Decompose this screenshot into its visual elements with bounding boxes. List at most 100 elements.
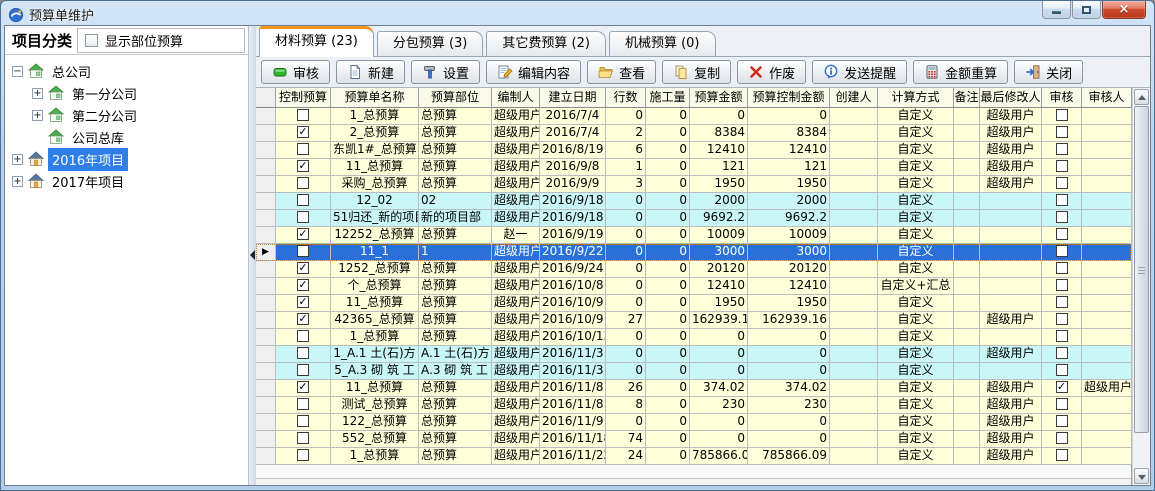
ctrl-checkbox[interactable] — [297, 109, 309, 121]
cell-qty[interactable]: 0 — [646, 193, 690, 210]
cell-ctrl[interactable] — [276, 108, 331, 125]
cell-ctrl_amount[interactable]: 9692.2 — [748, 210, 830, 227]
cell-ctrl_amount[interactable]: 2000 — [748, 193, 830, 210]
cell-note[interactable] — [954, 346, 980, 363]
cell-ctrl_amount[interactable]: 0 — [748, 414, 830, 431]
cell-name[interactable]: 552_总预算 — [331, 431, 419, 448]
cell-editor[interactable]: 超级用户 — [492, 244, 540, 261]
column-header-date[interactable]: 建立日期 — [540, 88, 606, 108]
cell-modifier[interactable] — [980, 244, 1042, 261]
cell-ctrl_amount[interactable]: 8384 — [748, 125, 830, 142]
cell-date[interactable]: 2016/11/8 — [540, 380, 606, 397]
ctrl-checkbox[interactable] — [297, 194, 309, 206]
cell-editor[interactable]: 超级用户 — [492, 363, 540, 380]
cell-ctrl[interactable] — [276, 125, 331, 142]
table-row-4[interactable]: 11_总预算总预算超级用户2016/9/810121121自定义超级用户 — [256, 159, 1131, 176]
audit-checkbox[interactable] — [1056, 381, 1068, 393]
audit-checkbox[interactable] — [1056, 109, 1068, 121]
cell-calc[interactable]: 自定义 — [878, 312, 954, 329]
column-header-editor[interactable]: 编制人 — [492, 88, 540, 108]
cell-creator[interactable] — [830, 448, 878, 465]
column-header-note[interactable]: 备注 — [954, 88, 980, 108]
cell-modifier[interactable]: 超级用户 — [980, 176, 1042, 193]
cell-modifier[interactable]: 超级用户 — [980, 142, 1042, 159]
cell-editor[interactable]: 超级用户 — [492, 397, 540, 414]
cell-lines[interactable]: 24 — [606, 448, 646, 465]
cell-ctrl_amount[interactable]: 0 — [748, 329, 830, 346]
minimize-button[interactable] — [1042, 1, 1071, 19]
cell-audit[interactable] — [1042, 125, 1082, 142]
cell-calc[interactable]: 自定义 — [878, 142, 954, 159]
cell-lines[interactable]: 2 — [606, 125, 646, 142]
cell-auditor[interactable] — [1082, 125, 1132, 142]
cell-qty[interactable]: 0 — [646, 278, 690, 295]
column-header-auditor[interactable]: 审核人 — [1082, 88, 1132, 108]
cell-ctrl_amount[interactable]: 162939.16 — [748, 312, 830, 329]
cell-ctrl[interactable] — [276, 193, 331, 210]
cell-creator[interactable] — [830, 210, 878, 227]
table-row-19[interactable]: 122_总预算总预算超级用户2016/11/90000自定义超级用户 — [256, 414, 1131, 431]
cell-date[interactable]: 2016/7/4 — [540, 125, 606, 142]
cell-audit[interactable] — [1042, 159, 1082, 176]
cell-editor[interactable]: 超级用户 — [492, 431, 540, 448]
cell-lines[interactable]: 0 — [606, 414, 646, 431]
cell-date[interactable]: 2016/9/19 — [540, 227, 606, 244]
cell-ctrl_amount[interactable]: 374.02 — [748, 380, 830, 397]
cell-calc[interactable]: 自定义 — [878, 380, 954, 397]
cell-amount[interactable]: 374.02 — [690, 380, 748, 397]
cell-creator[interactable] — [830, 363, 878, 380]
audit-checkbox[interactable] — [1056, 347, 1068, 359]
table-row-8[interactable]: 12252_总预算总预算赵一2016/9/19001000910009自定义 — [256, 227, 1131, 244]
panel-splitter[interactable] — [249, 26, 256, 485]
cell-note[interactable] — [954, 210, 980, 227]
cell-lines[interactable]: 0 — [606, 210, 646, 227]
cell-date[interactable]: 2016/11/22 — [540, 448, 606, 465]
cell-editor[interactable]: 超级用户 — [492, 329, 540, 346]
cell-part[interactable]: 新的项目部 — [419, 210, 492, 227]
cell-note[interactable] — [954, 176, 980, 193]
column-header-name[interactable]: 预算单名称 — [331, 88, 419, 108]
cell-audit[interactable] — [1042, 108, 1082, 125]
cell-ctrl_amount[interactable]: 0 — [748, 346, 830, 363]
cell-name[interactable]: 51归还_新的项目 — [331, 210, 419, 227]
cell-creator[interactable] — [830, 414, 878, 431]
cell-calc[interactable]: 自定义 — [878, 329, 954, 346]
cell-date[interactable]: 2016/9/22 — [540, 244, 606, 261]
cell-calc[interactable]: 自定义 — [878, 227, 954, 244]
cell-ctrl_amount[interactable]: 121 — [748, 159, 830, 176]
cell-lines[interactable]: 27 — [606, 312, 646, 329]
tab-1[interactable]: 材料预算 (23) — [259, 26, 374, 57]
cell-qty[interactable]: 0 — [646, 397, 690, 414]
cell-editor[interactable]: 超级用户 — [492, 125, 540, 142]
cell-calc[interactable]: 自定义 — [878, 125, 954, 142]
cell-editor[interactable]: 超级用户 — [492, 312, 540, 329]
ctrl-checkbox[interactable] — [297, 364, 309, 376]
column-header-amount[interactable]: 预算金额 — [690, 88, 748, 108]
audit-checkbox[interactable] — [1056, 449, 1068, 461]
ctrl-checkbox[interactable] — [297, 432, 309, 444]
cell-note[interactable] — [954, 363, 980, 380]
ctrl-checkbox[interactable] — [297, 160, 309, 172]
table-row-17[interactable]: 11_总预算总预算超级用户2016/11/8260374.02374.02自定义… — [256, 380, 1131, 397]
cell-note[interactable] — [954, 108, 980, 125]
cell-ctrl[interactable] — [276, 329, 331, 346]
show-unit-budget-option[interactable]: 显示部位预算 — [77, 28, 245, 53]
column-header-qty[interactable]: 施工量 — [646, 88, 690, 108]
cell-auditor[interactable] — [1082, 193, 1132, 210]
cell-qty[interactable]: 0 — [646, 142, 690, 159]
cell-modifier[interactable] — [980, 210, 1042, 227]
table-row-10[interactable]: 1252_总预算总预算超级用户2016/9/24002012020120自定义 — [256, 261, 1131, 278]
audit-checkbox[interactable] — [1056, 330, 1068, 342]
table-row-1[interactable]: 1_总预算总预算超级用户2016/7/40000自定义超级用户 — [256, 108, 1131, 125]
cell-qty[interactable]: 0 — [646, 108, 690, 125]
column-header-ctrl_amount[interactable]: 预算控制金额 — [748, 88, 830, 108]
ctrl-checkbox[interactable] — [297, 398, 309, 410]
cell-creator[interactable] — [830, 329, 878, 346]
cell-amount[interactable]: 0 — [690, 363, 748, 380]
cell-ctrl_amount[interactable]: 3000 — [748, 244, 830, 261]
expand-expander-icon[interactable]: + — [12, 176, 23, 187]
cell-part[interactable]: 总预算 — [419, 431, 492, 448]
cell-editor[interactable]: 超级用户 — [492, 261, 540, 278]
cell-auditor[interactable] — [1082, 210, 1132, 227]
cell-lines[interactable]: 0 — [606, 278, 646, 295]
